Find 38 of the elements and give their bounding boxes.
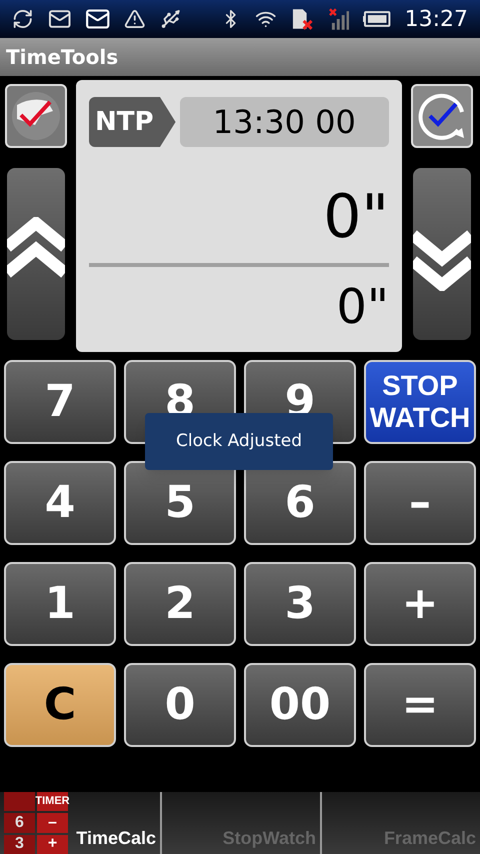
keypad-key[interactable]: 00 (244, 663, 356, 747)
keypad-key[interactable]: 0 (124, 663, 236, 747)
offset-value: 0" (323, 185, 389, 249)
sync-icon (12, 8, 34, 30)
tab[interactable]: TimeCalc (70, 792, 160, 854)
reference-time-field: 13:30 00 (180, 97, 389, 147)
keypad-key[interactable]: = (364, 663, 476, 747)
globe-check-icon (11, 91, 61, 141)
keypad-key[interactable]: + (364, 562, 476, 646)
icon-key-label: + (37, 834, 68, 854)
ntp-tag: NTP (89, 97, 176, 147)
keypad-key[interactable]: – (364, 461, 476, 545)
keypad-key[interactable]: STOP WATCH (364, 360, 476, 444)
keypad-key[interactable]: 2 (124, 562, 236, 646)
icon-key-label: 3 (4, 834, 35, 854)
keypad-key[interactable]: 1 (4, 562, 116, 646)
warning-icon (124, 8, 146, 30)
icon-key-label: 6 (4, 813, 35, 833)
usb-icon (160, 8, 182, 30)
scroll-down-button[interactable] (413, 168, 471, 340)
status-time: 13:27 (404, 6, 468, 34)
scroll-up-button[interactable] (7, 168, 65, 340)
battery-icon (363, 11, 391, 27)
no-signal-icon (328, 7, 350, 31)
icon-key-label: – (37, 813, 68, 833)
no-sim-icon (290, 7, 314, 31)
globe-check-button[interactable] (5, 84, 67, 148)
keypad-key[interactable]: C (4, 663, 116, 747)
app-title: TimeTools (6, 44, 118, 71)
total-value: 0" (336, 281, 389, 333)
keypad-key[interactable]: 7 (4, 360, 116, 444)
keypad-tile (4, 792, 35, 812)
clock-check-button[interactable] (411, 84, 473, 148)
keypad-key[interactable]: 5 (124, 461, 236, 545)
keypad-key[interactable]: 4 (4, 461, 116, 545)
keypad-key[interactable]: 3 (244, 562, 356, 646)
mail-icon (48, 7, 71, 31)
keypad-key[interactable]: 6 (244, 461, 356, 545)
